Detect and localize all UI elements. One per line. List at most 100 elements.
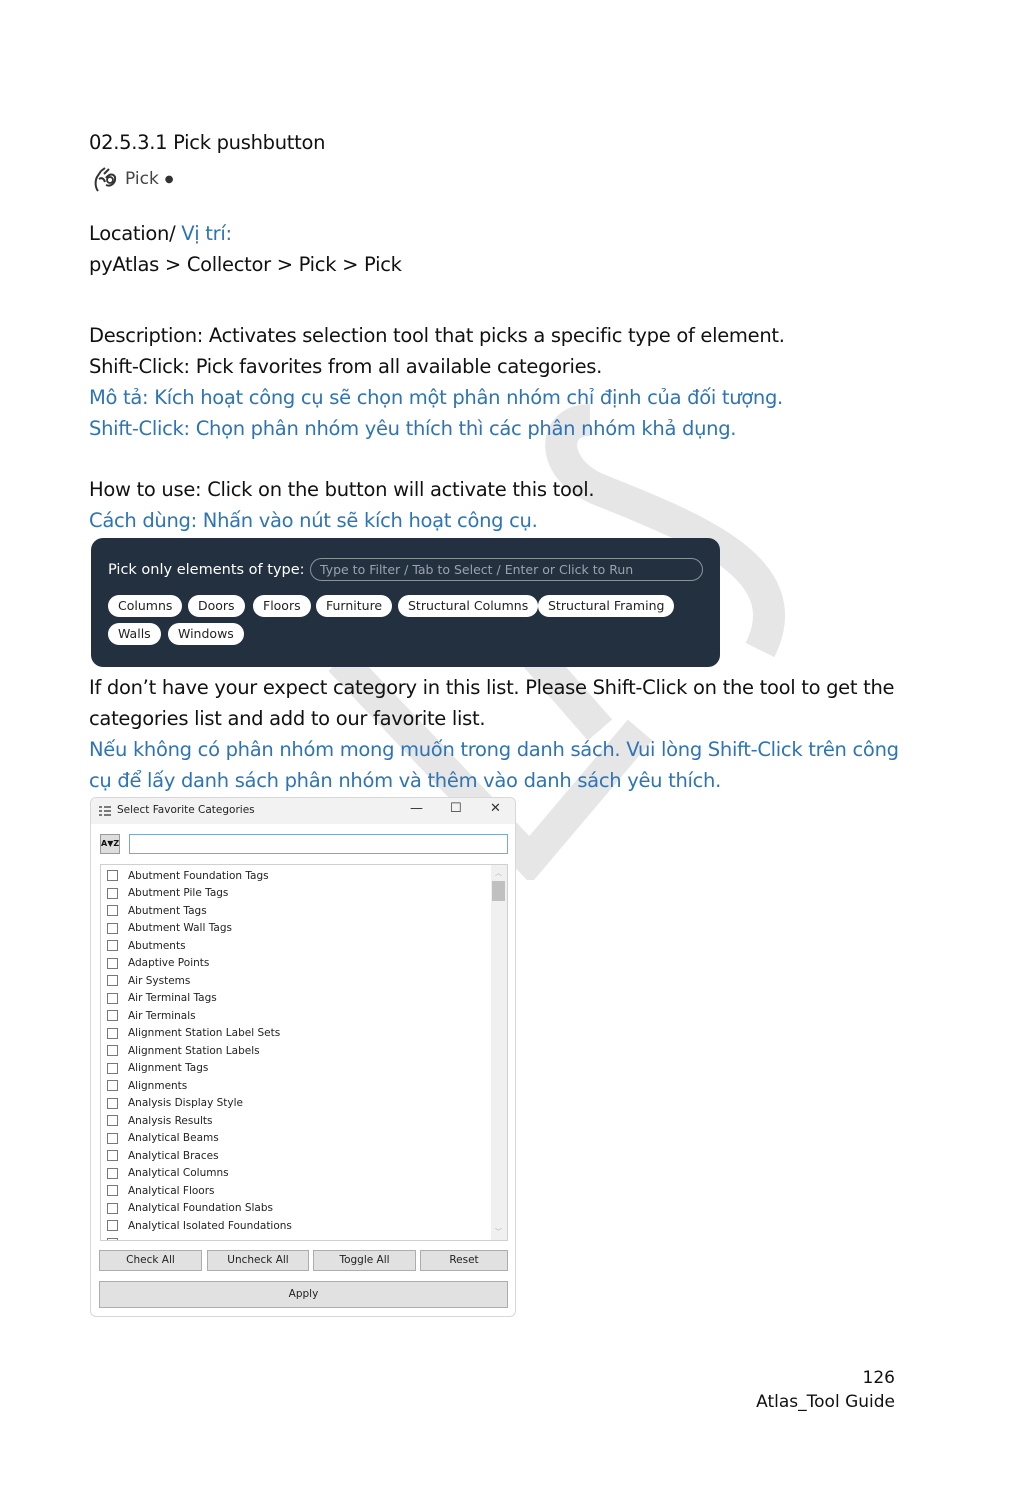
category-label: Abutment Foundation Tags	[128, 869, 269, 882]
ok-hand-icon	[94, 167, 117, 192]
checkbox[interactable]	[107, 1115, 118, 1126]
maximize-icon[interactable]: ☐	[450, 801, 462, 816]
category-label: Air Terminals	[128, 1009, 196, 1022]
checkbox[interactable]	[107, 1010, 118, 1021]
check-all-button[interactable]: Check All	[99, 1250, 202, 1271]
category-label: Abutment Tags	[128, 904, 207, 917]
category-list-item[interactable]: Analytical Isolated Foundations	[107, 1217, 292, 1234]
page-number: 126	[862, 1368, 895, 1388]
checkbox[interactable]	[107, 1185, 118, 1196]
category-label: Analytical Braces	[128, 1149, 219, 1162]
checkbox[interactable]	[107, 887, 118, 899]
category-list-item[interactable]	[107, 1235, 128, 1240]
chip-furniture[interactable]: Furniture	[316, 595, 393, 617]
chip-structural-framing[interactable]: Structural Framing	[538, 595, 675, 617]
category-label: Analytical Columns	[128, 1167, 229, 1179]
category-list-item[interactable]: Analysis Display Style	[107, 1095, 243, 1112]
checkbox[interactable]	[107, 1202, 118, 1214]
checkbox[interactable]	[107, 1150, 118, 1161]
category-label: Abutment Wall Tags	[128, 922, 232, 934]
shift-click-en: Shift-Click: Pick favorites from all ava…	[89, 355, 603, 378]
description-vi: Mô tả: Kích hoạt công cụ sẽ chọn một phâ…	[89, 386, 783, 409]
checkbox[interactable]	[107, 922, 118, 934]
howto-vi: Cách dùng: Nhấn vào nút sẽ kích hoạt côn…	[89, 509, 538, 532]
category-list-item[interactable]: Analytical Floors	[107, 1182, 215, 1199]
category-list-item[interactable]: Abutments	[107, 937, 186, 954]
category-list-item[interactable]: Analysis Results	[107, 1112, 213, 1129]
scroll-down-icon[interactable]: ﹀	[495, 1227, 502, 1237]
minimize-icon[interactable]: —	[410, 801, 423, 816]
checkbox[interactable]	[107, 1062, 118, 1074]
title-bar: Select Favorite Categories — ☐ ✕	[91, 798, 515, 824]
category-list-item[interactable]: Air Systems	[107, 972, 190, 989]
checkbox[interactable]	[107, 940, 118, 951]
category-list-item[interactable]: Alignment Station Labels	[107, 1042, 260, 1059]
checkbox[interactable]	[107, 1027, 118, 1039]
shift-click-vi: Shift-Click: Chọn phân nhóm yêu thích th…	[89, 417, 737, 440]
category-list-item[interactable]: Abutment Wall Tags	[107, 920, 232, 937]
category-list-item[interactable]: Alignment Tags	[107, 1060, 208, 1077]
category-filter-input[interactable]	[129, 834, 508, 854]
category-label: Analysis Display Style	[128, 1097, 244, 1109]
reset-button[interactable]: Reset	[420, 1250, 508, 1271]
category-list-item[interactable]: Air Terminal Tags	[107, 990, 217, 1007]
scrollbar-thumb[interactable]	[492, 881, 505, 901]
note-vi-2: cụ để lấy danh sách phân nhóm và thêm và…	[89, 769, 722, 792]
category-label: Analytical Beams	[128, 1132, 219, 1144]
checkbox[interactable]	[107, 992, 118, 1004]
category-list-item[interactable]: Abutment Foundation Tags	[107, 867, 269, 884]
apply-button[interactable]: Apply	[99, 1281, 508, 1308]
close-icon[interactable]: ✕	[490, 801, 501, 816]
chip-walls[interactable]: Walls	[108, 623, 161, 645]
checkbox[interactable]	[107, 870, 118, 881]
description-en: Description: Activates selection tool th…	[89, 324, 785, 347]
category-list-item[interactable]: Analytical Columns	[107, 1165, 229, 1182]
checkbox[interactable]	[107, 1045, 118, 1056]
category-list: Analytical Isolated Foundations Analytica…	[100, 864, 508, 1241]
toggle-all-button[interactable]: Toggle All	[313, 1250, 416, 1271]
checkbox[interactable]	[107, 1080, 118, 1091]
dialog-title: Select Favorite Categories	[117, 804, 255, 816]
filter-input[interactable]: Type to Filter / Tab to Select / Enter o…	[310, 558, 703, 581]
howto-en: How to use: Click on the button will act…	[89, 478, 595, 501]
checkbox[interactable]	[107, 975, 118, 986]
sort-filter-az-icon[interactable]: A▼Z	[100, 834, 120, 854]
chip-columns[interactable]: Columns	[108, 595, 183, 617]
location-label: Location/	[89, 222, 182, 245]
location-path: pyAtlas > Collector > Pick > Pick	[89, 253, 402, 276]
category-list-item[interactable]: Analytical Beams	[107, 1130, 219, 1147]
category-label: Analytical Isolated Foundations	[128, 1219, 292, 1232]
category-label: Alignment Station Label Sets	[128, 1027, 281, 1039]
uncheck-all-button[interactable]: Uncheck All	[207, 1250, 309, 1271]
chip-structural-columns[interactable]: Structural Columns	[398, 595, 539, 617]
pick-label: Pick	[125, 169, 159, 189]
section-heading: 02.5.3.1 Pick pushbutton	[89, 131, 326, 154]
checkbox[interactable]	[107, 957, 118, 969]
chip-windows[interactable]: Windows	[168, 623, 244, 645]
checkbox[interactable]	[107, 1237, 118, 1240]
category-list-item[interactable]: Analytical Braces	[107, 1147, 219, 1164]
guide-name: Atlas_Tool Guide	[756, 1392, 895, 1412]
checkbox[interactable]	[107, 1220, 118, 1231]
category-list-item[interactable]: Air Terminals	[107, 1007, 196, 1024]
chip-doors[interactable]: Doors	[188, 595, 245, 617]
category-label: Analytical Floors	[128, 1184, 215, 1197]
pick-type-panel: Pick only elements of type: Type to Filt…	[91, 538, 720, 667]
category-label: Abutments	[128, 939, 186, 952]
checkbox[interactable]	[107, 1132, 118, 1144]
checkbox[interactable]	[107, 1097, 118, 1109]
scrollbar[interactable]: ︿ ﹀	[491, 865, 507, 1240]
list-icon	[99, 806, 111, 816]
checkbox[interactable]	[107, 1167, 118, 1179]
category-list-item[interactable]: Abutment Tags	[107, 902, 207, 919]
category-list-item[interactable]: Alignment Station Label Sets	[107, 1025, 280, 1042]
category-list-item[interactable]: Adaptive Points	[107, 955, 209, 972]
chip-floors[interactable]: Floors	[253, 595, 311, 617]
category-list-item[interactable]: Analytical Foundation Slabs	[107, 1200, 273, 1217]
category-list-item[interactable]: Abutment Pile Tags	[107, 885, 228, 902]
scroll-up-icon[interactable]: ︿	[495, 868, 502, 878]
checkbox[interactable]	[107, 905, 118, 916]
category-list-item[interactable]: Alignments	[107, 1077, 187, 1094]
select-favorite-categories-dialog: Select Favorite Categories — ☐ ✕ A▼Z Ana…	[90, 797, 516, 1317]
category-label: Abutment Pile Tags	[128, 887, 229, 899]
